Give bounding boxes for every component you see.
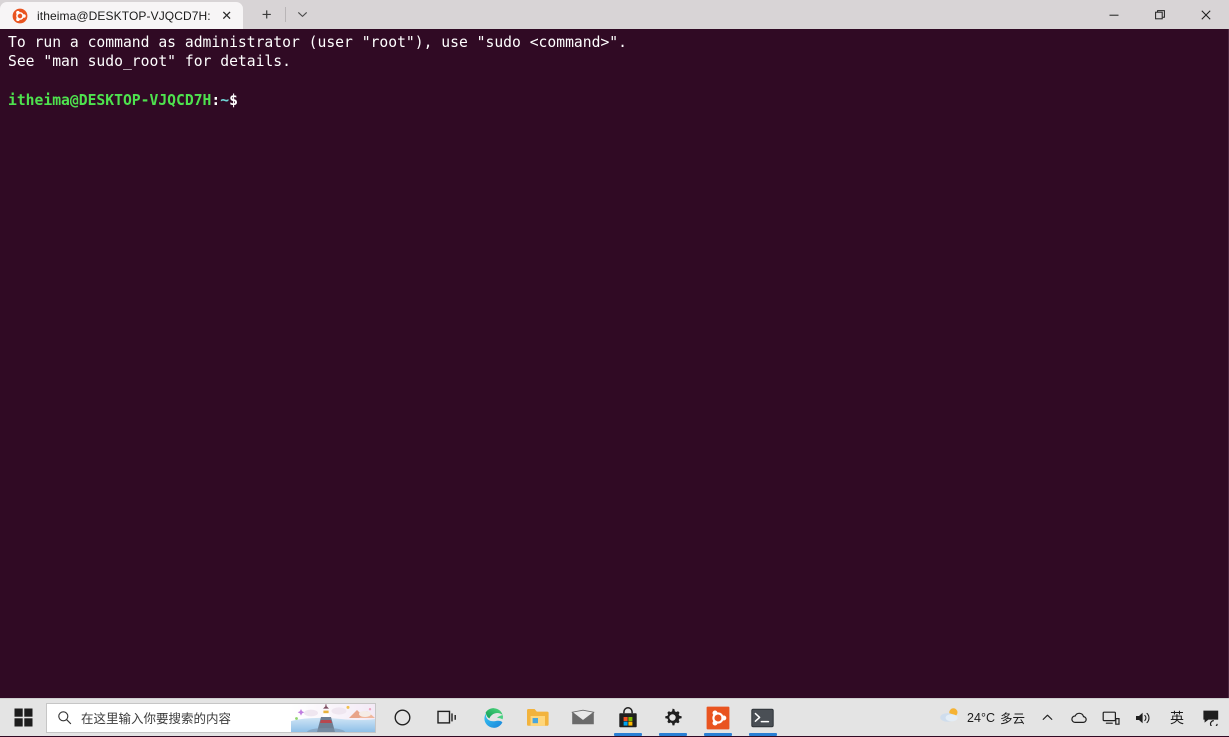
ubuntu-logo-icon [12,8,28,24]
tray-weather-temperature: 24°C [967,710,995,725]
tab-title: itheima@DESKTOP-VJQCD7H: [37,8,211,23]
cortana-icon [394,709,411,726]
taskbar-item-windows-terminal[interactable] [740,699,785,736]
taskbar-item-file-explorer[interactable] [515,699,560,736]
window-controls [1091,0,1229,29]
tab-ubuntu[interactable]: itheima@DESKTOP-VJQCD7H: ✕ [0,2,243,29]
restore-button[interactable] [1137,0,1183,29]
ubuntu-icon [706,706,729,729]
windows-terminal-icon [751,708,774,727]
sun-behind-cloud-icon [938,706,962,729]
taskbar-item-microsoft-edge[interactable] [470,699,515,736]
search-icon [47,710,81,725]
tray-ime-indicator[interactable]: 英 [1159,699,1195,737]
terminal-window: itheima@DESKTOP-VJQCD7H: ✕ + To run a co… [0,0,1229,698]
terminal-output[interactable]: To run a command as administrator (user … [0,29,1229,698]
new-tab-button[interactable]: + [253,3,281,27]
tray-network-icon[interactable] [1095,699,1127,737]
taskbar-item-cortana[interactable] [380,699,425,736]
lighthouse-illustration [291,703,375,732]
tray-action-center-icon[interactable] [1195,699,1227,737]
microsoft-store-icon [618,706,637,727]
file-explorer-icon [526,709,549,726]
taskbar-item-microsoft-store[interactable] [605,699,650,736]
settings-gear-icon [665,708,682,726]
taskbar-item-mail[interactable] [560,699,605,736]
close-button[interactable] [1183,0,1229,29]
tray-volume-icon[interactable] [1127,699,1159,737]
tray-weather-condition: 多云 [999,712,1025,726]
prompt-colon: : [211,92,221,110]
tray-overflow-chevron-icon[interactable] [1031,699,1063,737]
tray-onedrive-cloud-icon[interactable] [1063,699,1095,737]
close-icon[interactable]: ✕ [217,6,237,26]
microsoft-edge-icon [483,707,503,728]
prompt-path: ~ [220,92,230,110]
chevron-down-icon[interactable] [290,3,316,27]
search-box[interactable]: 在这里输入你要搜索的内容 [46,702,376,733]
taskbar-item-settings[interactable] [650,699,695,736]
title-bar: itheima@DESKTOP-VJQCD7H: ✕ + [0,0,1229,29]
taskbar-item-ubuntu[interactable] [695,699,740,736]
minimize-button[interactable] [1091,0,1137,29]
terminal-prompt-line: itheima@DESKTOP-VJQCD7H:~$ [8,91,1228,110]
terminal-line: See "man sudo_root" for details. [8,53,291,71]
start-button[interactable] [0,699,46,736]
mail-icon [570,709,595,725]
taskbar-app-icons [380,699,785,737]
windows-logo-icon [14,708,32,727]
task-view-icon [437,710,456,724]
tab-controls: + [243,0,316,29]
divider [284,7,286,22]
taskbar-item-task-view[interactable] [425,699,470,736]
system-tray: 24°C 多云 英 [934,699,1229,737]
tab-strip: itheima@DESKTOP-VJQCD7H: ✕ + [0,0,316,29]
tray-weather[interactable]: 24°C 多云 [934,699,1031,737]
prompt-sigil: $ [229,92,238,110]
terminal-line: To run a command as administrator (user … [8,34,627,51]
prompt-user-host: itheima@DESKTOP-VJQCD7H [8,92,212,110]
windows-taskbar: 在这里输入你要搜索的内容 24°C 多云 英 [0,698,1229,736]
